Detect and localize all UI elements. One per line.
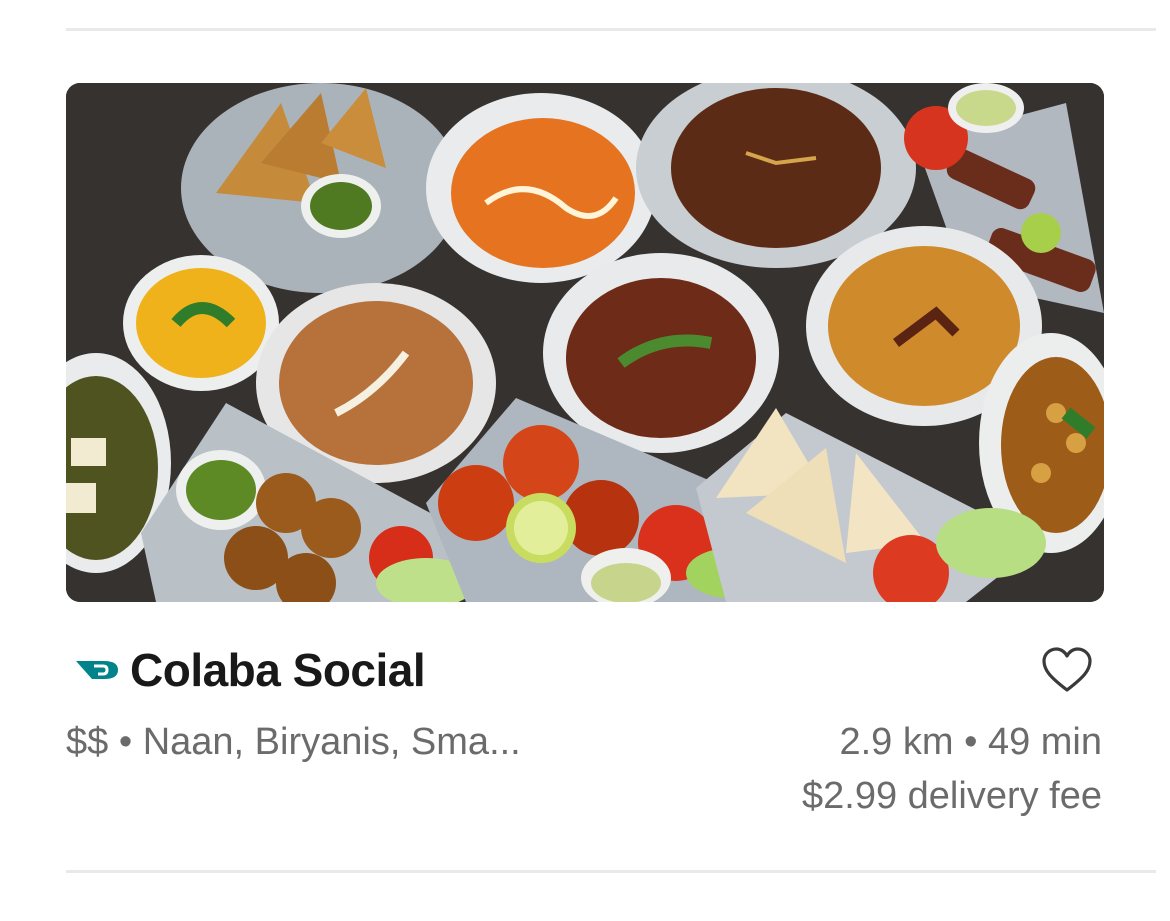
- restaurant-card[interactable]: Colaba Social $$ • Naan, Biryanis, Sma..…: [66, 83, 1104, 817]
- meta-separator: •: [108, 721, 143, 763]
- top-divider: [66, 28, 1156, 31]
- dashpass-logo-icon: [76, 661, 118, 679]
- price-tier: $$: [66, 721, 109, 763]
- restaurant-hero-image[interactable]: [66, 83, 1104, 602]
- distance-separator: •: [953, 721, 988, 763]
- restaurant-meta: $$ • Naan, Biryanis, Sma...: [66, 721, 521, 764]
- bottom-divider: [66, 870, 1156, 873]
- delivery-fee: $2.99 delivery fee: [802, 775, 1102, 817]
- distance-duration: 2.9 km • 49 min: [839, 721, 1102, 764]
- food-photo-illustration: [66, 83, 1104, 602]
- restaurant-title-row: Colaba Social: [74, 643, 426, 697]
- cuisine-list: Naan, Biryanis, Sma...: [142, 721, 521, 763]
- heart-outline-icon[interactable]: [1040, 646, 1094, 696]
- restaurant-name[interactable]: Colaba Social: [130, 643, 426, 697]
- delivery-duration: 49 min: [987, 721, 1102, 763]
- distance: 2.9 km: [839, 721, 954, 763]
